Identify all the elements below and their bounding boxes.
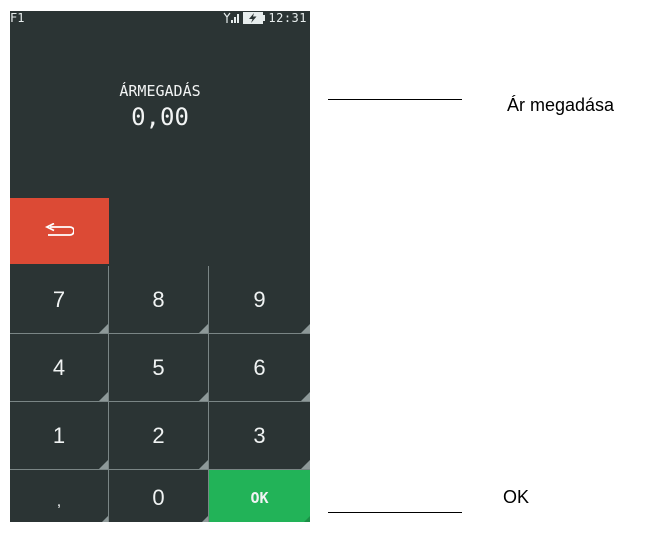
- key-8[interactable]: 8: [109, 266, 208, 333]
- status-bar: F1 12:31: [10, 11, 310, 29]
- ok-button[interactable]: OK: [209, 470, 310, 522]
- key-1[interactable]: 1: [10, 402, 108, 469]
- status-time: 12:31: [268, 11, 307, 25]
- key-5[interactable]: 5: [109, 334, 208, 401]
- key-comma[interactable]: ,: [10, 470, 108, 522]
- screen-title: ÁRMEGADÁS: [119, 82, 201, 100]
- key-6[interactable]: 6: [209, 334, 310, 401]
- ok-callout-line: [328, 512, 462, 513]
- key-4[interactable]: 4: [10, 334, 108, 401]
- return-arrow-icon: [44, 223, 74, 236]
- key-9[interactable]: 9: [209, 266, 310, 333]
- numeric-keypad: 7 8 9 4 5 6 1 2 3 , 0 OK: [10, 266, 310, 522]
- amount-display: 0,00: [131, 103, 189, 131]
- ok-callout-label: OK: [503, 487, 530, 507]
- price-entry-callout-label: Ár megadása: [507, 95, 615, 115]
- back-button[interactable]: [10, 198, 109, 264]
- key-2[interactable]: 2: [109, 402, 208, 469]
- status-icons: 12:31: [223, 11, 307, 25]
- key-0[interactable]: 0: [109, 470, 208, 522]
- pos-terminal-screen: F1 12:31 ÁRMEGADÁS 0,00 7 8 9 4 5 6 1 2 …: [10, 11, 310, 522]
- battery-charging-icon: [243, 12, 266, 24]
- price-entry-callout-line: [328, 99, 462, 100]
- key-3[interactable]: 3: [209, 402, 310, 469]
- signal-antenna-icon: [223, 12, 240, 23]
- key-7[interactable]: 7: [10, 266, 108, 333]
- function-key-indicator: F1: [10, 11, 25, 25]
